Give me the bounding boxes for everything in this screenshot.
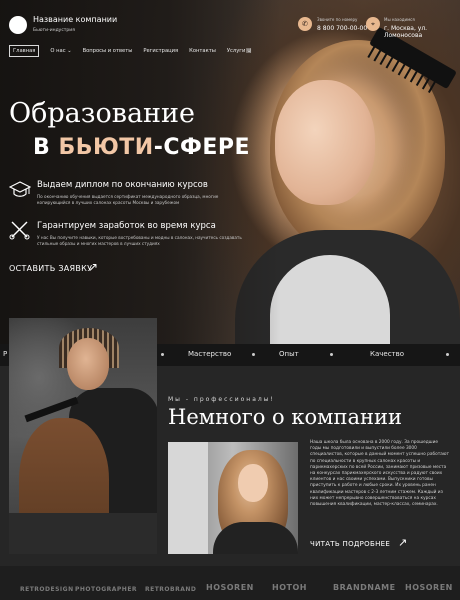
ticker-item: Качество: [370, 350, 405, 358]
company-name: Название компании: [33, 15, 118, 24]
about-photo-stylist: [9, 318, 157, 554]
hero-title-accent: БЬЮТИ: [58, 135, 154, 160]
arrow-up-right-icon[interactable]: ↗: [88, 260, 98, 274]
address: г. Москва, ул. Ломоносова: [384, 25, 428, 39]
phone-number[interactable]: 8 800 700-00-00: [317, 25, 367, 32]
brand-logo: HOSOREN: [206, 583, 254, 592]
scissors-comb-icon: [9, 221, 30, 240]
brand-logo: PHOTOGRAPHER: [75, 586, 138, 593]
arrow-up-right-icon[interactable]: ↗: [398, 536, 407, 549]
nav-contacts[interactable]: Контакты: [189, 48, 216, 54]
location-icon: ⌖: [366, 17, 380, 31]
about-description: Наша школа была основана в 2000 году. За…: [310, 440, 450, 508]
main-nav: Главная О нас ⌄ Вопросы и ответы Регистр…: [9, 45, 262, 57]
ticker-dot: [252, 353, 255, 356]
phone-icon: ✆: [298, 17, 312, 31]
company-subtitle: Бьюти-индустрия: [33, 28, 75, 33]
about-title: Немного о компании: [168, 405, 402, 429]
brand-logo: HOSOREN: [405, 583, 453, 592]
brand-logos-strip: RETRODESIGN PHOTOGRAPHER RETROBRAND HOSO…: [0, 566, 460, 600]
graduation-cap-icon: [9, 181, 31, 197]
feature-diploma-title: Выдаем диплом по окончанию курсов: [37, 180, 208, 190]
phone-label: Звоните по номеру: [317, 17, 358, 22]
nav-about[interactable]: О нас ⌄: [50, 48, 71, 54]
about-photo-client: [168, 442, 298, 554]
hero-title-suffix: -СФЕРЕ: [153, 135, 250, 160]
hero-photo-face: [275, 80, 375, 205]
nav-faq[interactable]: Вопросы и ответы: [83, 48, 133, 54]
feature-earnings-text: У нас Вы получите навыки, которые востре…: [37, 235, 242, 246]
nav-grid-icon[interactable]: ▤: [246, 47, 252, 54]
brand-logo: HOTOH: [272, 583, 307, 592]
about-tagline: Мы - профессионалы!: [168, 396, 275, 403]
ticker-dot: [446, 353, 449, 356]
read-more-link[interactable]: ЧИТАТЬ ПОДРОБНЕЕ: [310, 540, 390, 548]
feature-earnings-title: Гарантируем заработок во время курса: [37, 221, 216, 231]
apply-button[interactable]: ОСТАВИТЬ ЗАЯВКУ: [9, 264, 92, 273]
hero-title-line1: Образование: [9, 98, 196, 129]
hero-title-prefix: В: [33, 135, 59, 160]
brand-logo: RETROBRAND: [145, 586, 197, 593]
hero-title-line2: В БЬЮТИ-СФЕРЕ: [33, 135, 250, 160]
brand-logo: BRANDNAME: [333, 583, 396, 592]
ticker-item: Опыт: [279, 350, 299, 358]
ticker-dot: [161, 353, 164, 356]
ticker-item: Мастерство: [188, 350, 232, 358]
ticker-item: Р: [3, 350, 8, 358]
nav-registration[interactable]: Регистрация: [143, 48, 178, 54]
address-label: Мы находимся: [384, 17, 415, 22]
ticker-dot: [330, 353, 333, 356]
company-logo[interactable]: [9, 16, 27, 34]
brand-logo: RETRODESIGN: [20, 586, 74, 593]
nav-home[interactable]: Главная: [9, 45, 40, 57]
feature-diploma-text: По окончанию обучения выдается сертифика…: [37, 194, 219, 205]
